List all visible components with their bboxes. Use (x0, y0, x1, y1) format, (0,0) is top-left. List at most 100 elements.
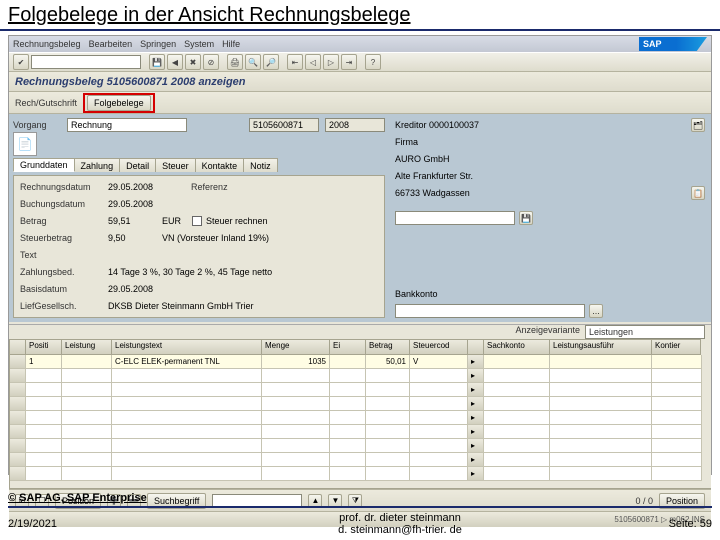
menu-item[interactable]: System (184, 39, 214, 49)
highlight-box: Folgebelege (83, 93, 155, 113)
row-detail-icon[interactable]: ▸ (468, 355, 484, 369)
menu-item[interactable]: Rechnungsbeleg (13, 39, 81, 49)
steuerbetrag[interactable]: 9,50 (108, 233, 158, 243)
col-ein[interactable]: Ei (329, 339, 365, 355)
referenz-label: Referenz (191, 182, 241, 192)
table-row[interactable]: ▸ (10, 411, 711, 425)
col-betrag[interactable]: Betrag (365, 339, 409, 355)
menu-item[interactable]: Hilfe (222, 39, 240, 49)
firma: Firma (395, 137, 418, 147)
address-icon[interactable]: 📋 (691, 186, 705, 200)
col-menge[interactable]: Menge (261, 339, 329, 355)
basisdatum-label: Basisdatum (20, 284, 104, 294)
tab-detail[interactable]: Detail (119, 158, 156, 172)
save-icon[interactable]: 💾 (519, 211, 533, 225)
next-icon[interactable]: ▷ (323, 54, 339, 70)
buchungsdatum[interactable]: 29.05.2008 (108, 199, 153, 209)
steuer-rechnen-label: Steuer rechnen (206, 216, 268, 226)
steuer-checkbox[interactable] (192, 216, 202, 226)
rechnungsdatum[interactable]: 29.05.2008 (108, 182, 153, 192)
basisdatum[interactable]: 29.05.2008 (108, 284, 153, 294)
tab-steuer[interactable]: Steuer (155, 158, 196, 172)
zahlungsbed: 14 Tage 3 %, 30 Tage 2 %, 45 Tage netto (108, 267, 272, 277)
table-row[interactable]: ▸ (10, 383, 711, 397)
year-field: 2008 (325, 118, 385, 132)
print-icon[interactable]: 🖨 (227, 54, 243, 70)
col-steuercode[interactable]: Steuercod (409, 339, 467, 355)
rech-gutschr-label: Rech/Gutschrift (15, 98, 77, 108)
anzeigevar-label: Anzeigevariante (515, 325, 580, 339)
liefwerk-label: LiefGesellsch. (20, 301, 104, 311)
table-row[interactable]: ▸ (10, 439, 711, 453)
tab-kontakte[interactable]: Kontakte (195, 158, 245, 172)
text-label: Text (20, 250, 104, 260)
page-number: Seite: 59 (592, 518, 712, 530)
bank-field[interactable] (395, 304, 585, 318)
col-leistungsausf[interactable]: Leistungsausführ (549, 339, 651, 355)
bank-open-icon[interactable]: … (589, 304, 603, 318)
header-area: Vorgang Rechnung 5105600871 2008 📄 Grund… (9, 114, 711, 322)
col-sachkonto[interactable]: Sachkonto (483, 339, 549, 355)
ok-icon[interactable]: ✔ (13, 54, 29, 70)
title-rule (0, 29, 720, 31)
last-icon[interactable]: ⇥ (341, 54, 357, 70)
col-btn[interactable] (467, 339, 483, 355)
tab-body: Rechnungsdatum 29.05.2008 Referenz Buchung… (13, 175, 385, 318)
first-icon[interactable]: ⇤ (287, 54, 303, 70)
sap-window: Rechnungsbeleg Bearbeiten Springen Syste… (8, 35, 712, 475)
col-leistung[interactable]: Leistung (61, 339, 111, 355)
vendor-city: 66733 Wadgassen (395, 188, 470, 198)
back-icon[interactable]: ◀ (167, 54, 183, 70)
tabstrip: Grunddaten Zahlung Detail Steuer Kontakt… (13, 158, 385, 172)
table-row[interactable]: ▸ (10, 453, 711, 467)
table-row[interactable]: ▸ (10, 467, 711, 481)
col-leistungstext[interactable]: Leistungstext (111, 339, 261, 355)
save-icon[interactable]: 💾 (149, 54, 165, 70)
menu-item[interactable]: Springen (140, 39, 176, 49)
author-email: d. steinmann@fh-trier. de (208, 524, 592, 536)
steuerbetrag-label: Steuerbetrag (20, 233, 104, 243)
sap-logo: SAP (639, 37, 707, 51)
waers: EUR (162, 216, 188, 226)
folgebelege-button[interactable]: Folgebelege (87, 95, 151, 111)
table-row[interactable]: ▸ (10, 397, 711, 411)
telefon-field[interactable] (395, 211, 515, 225)
anzeigevar-field[interactable]: Leistungen (585, 325, 705, 339)
screen-title: Rechnungsbeleg 5105600871 2008 anzeigen (9, 72, 711, 92)
table-row[interactable]: 1 C-ELC ELEK-permanent TNL 1035 50,01 V … (10, 355, 711, 369)
zahlungsbed-label: Zahlungsbed. (20, 267, 104, 277)
cancel-icon[interactable]: ⊘ (203, 54, 219, 70)
vendor-name: AURO GmbH (395, 154, 450, 164)
menu-item[interactable]: Bearbeiten (89, 39, 133, 49)
betrag[interactable]: 59,51 (108, 216, 158, 226)
vendor-header: Kreditor 0000100037 (395, 120, 479, 130)
col-kontier[interactable]: Kontier (651, 339, 701, 355)
findnext-icon[interactable]: 🔎 (263, 54, 279, 70)
system-toolbar: ✔ 💾 ◀ ✖ ⊘ 🖨 🔍 🔎 ⇤ ◁ ▷ ⇥ ? (9, 52, 711, 72)
exit-icon[interactable]: ✖ (185, 54, 201, 70)
vorgang-field[interactable]: Rechnung (67, 118, 187, 132)
buchungsdatum-label: Buchungsdatum (20, 199, 104, 209)
vendor-display-icon[interactable]: 🗂 (691, 118, 705, 132)
tab-zahlung[interactable]: Zahlung (74, 158, 121, 172)
command-field[interactable] (31, 55, 141, 69)
tab-notiz[interactable]: Notiz (243, 158, 278, 172)
vendor-panel: Kreditor 0000100037 🗂 Firma AURO GmbH Alt… (389, 114, 711, 322)
steuerkey[interactable]: VN (Vorsteuer Inland 19%) (162, 233, 269, 243)
rechnungsdatum-label: Rechnungsdatum (20, 182, 104, 192)
find-icon[interactable]: 🔍 (245, 54, 261, 70)
prev-icon[interactable]: ◁ (305, 54, 321, 70)
item-grid: Positi Leistung Leistungstext Menge Ei B… (9, 339, 711, 489)
vorgang-label: Vorgang (13, 120, 61, 130)
docnr-field: 5105600871 (249, 118, 319, 132)
liefwerk: DKSB Dieter Steinmann GmbH Trier (108, 301, 254, 311)
tab-grunddaten[interactable]: Grunddaten (13, 158, 75, 172)
help-icon[interactable]: ? (365, 54, 381, 70)
menubar: Rechnungsbeleg Bearbeiten Springen Syste… (9, 36, 711, 52)
col-position[interactable]: Positi (25, 339, 61, 355)
col-sel[interactable] (9, 339, 25, 355)
vendor-street: Alte Frankfurter Str. (395, 171, 473, 181)
document-icon[interactable]: 📄 (13, 132, 37, 156)
table-row[interactable]: ▸ (10, 425, 711, 439)
table-row[interactable]: ▸ (10, 369, 711, 383)
